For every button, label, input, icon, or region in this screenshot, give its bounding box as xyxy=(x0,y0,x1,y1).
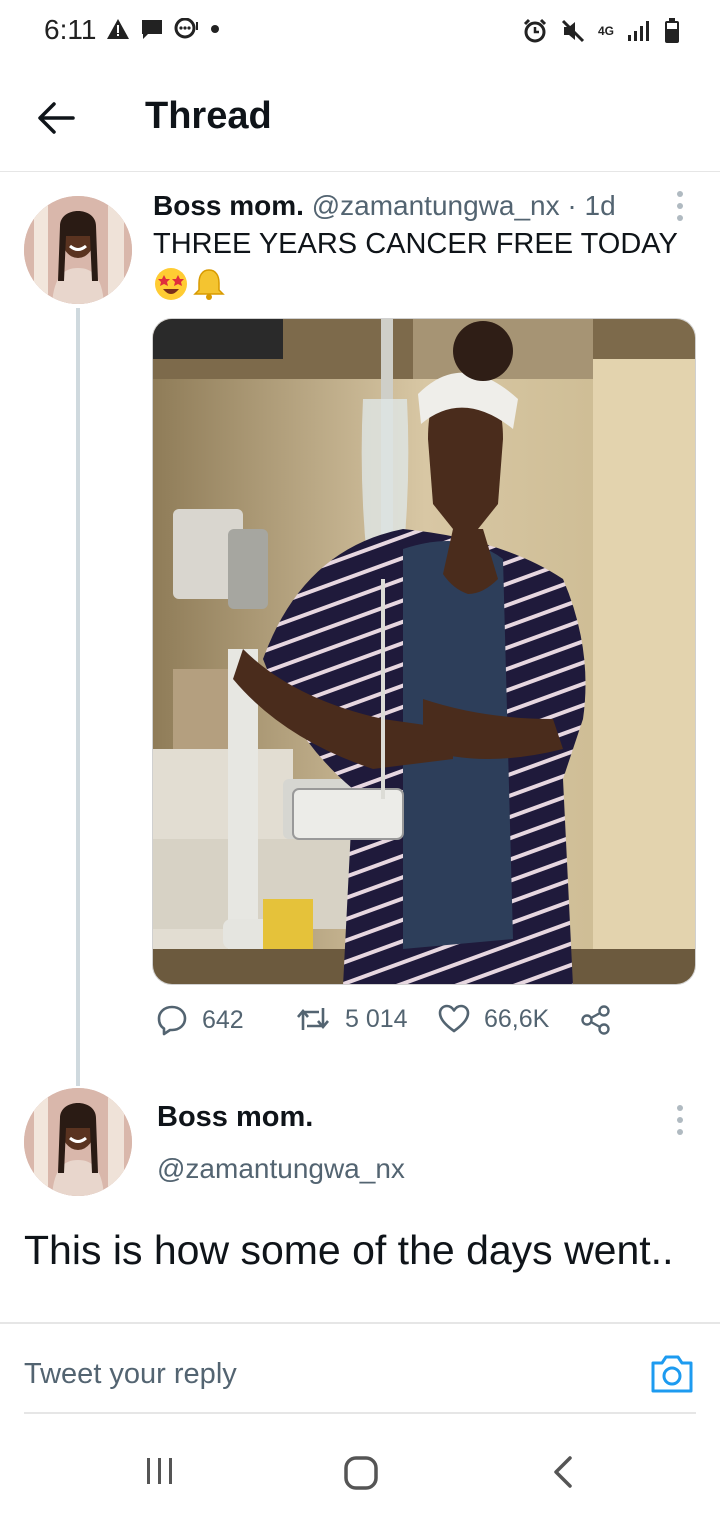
reply-underline xyxy=(24,1412,696,1414)
more-dot xyxy=(677,215,683,221)
page-title: Thread xyxy=(145,95,272,137)
reply-composer[interactable]: Tweet your reply xyxy=(0,1322,720,1414)
retweet-icon xyxy=(297,1008,329,1030)
chat-notification-icon xyxy=(174,18,198,39)
camera-button[interactable] xyxy=(650,1354,694,1394)
more-dot xyxy=(677,203,683,209)
thread-connector-line xyxy=(76,308,80,1086)
tweet-text: This is how some of the days went.. xyxy=(24,1227,674,1273)
tweet-emojis xyxy=(153,266,227,302)
author-handle[interactable]: @zamantungwa_nx xyxy=(157,1153,405,1185)
alarm-icon xyxy=(523,18,547,43)
signal-icon xyxy=(628,21,649,41)
author-handle[interactable]: @zamantungwa_nx xyxy=(312,190,560,221)
tweet-actions: 642 5 014 66,6K xyxy=(152,1004,696,1048)
star-struck-emoji-icon xyxy=(155,268,187,300)
back-nav-icon[interactable] xyxy=(550,1455,576,1489)
message-icon xyxy=(142,20,162,39)
system-nav-bar xyxy=(0,1420,720,1520)
tweet-author-line[interactable]: Boss mom. @zamantungwa_nx · 1d xyxy=(153,190,616,222)
dot-icon xyxy=(211,25,219,33)
arrow-left-icon xyxy=(38,102,75,134)
warning-icon xyxy=(107,19,129,39)
more-options-button[interactable] xyxy=(665,186,695,226)
back-button[interactable] xyxy=(30,92,82,144)
tweet-text: THREE YEARS CANCER FREE TODAY xyxy=(153,228,678,260)
network-type-label: 4G xyxy=(597,24,614,38)
more-dot xyxy=(677,1117,683,1123)
reply-count: 642 xyxy=(202,1005,244,1034)
reply-input[interactable]: Tweet your reply xyxy=(24,1358,237,1391)
tweet-photo[interactable] xyxy=(152,318,696,985)
recent-apps-icon[interactable] xyxy=(144,1455,176,1487)
status-bar: 6:11 4G xyxy=(0,0,720,62)
avatar-photo xyxy=(24,196,132,304)
mute-icon xyxy=(561,19,585,43)
retweet-button[interactable]: 5 014 xyxy=(295,1004,408,1034)
share-icon xyxy=(581,1005,610,1035)
avatar-photo xyxy=(24,1088,132,1196)
more-dot xyxy=(677,191,683,197)
bell-emoji-icon xyxy=(193,269,225,300)
like-count: 66,6K xyxy=(484,1004,550,1033)
more-dot xyxy=(677,1129,683,1135)
more-options-button[interactable] xyxy=(665,1100,695,1140)
avatar[interactable] xyxy=(24,196,132,304)
tweet-age: 1d xyxy=(584,190,616,221)
author-name[interactable]: Boss mom. xyxy=(157,1101,313,1134)
like-button[interactable]: 66,6K xyxy=(438,1004,549,1034)
author-name[interactable]: Boss mom. xyxy=(153,190,304,221)
separator: · xyxy=(567,190,577,221)
battery-icon xyxy=(665,18,679,43)
thread-header: Thread xyxy=(0,62,720,172)
status-time: 6:11 xyxy=(44,14,97,45)
reply-button[interactable]: 642 xyxy=(156,1004,244,1036)
avatar[interactable] xyxy=(24,1088,132,1196)
retweet-count: 5 014 xyxy=(345,1004,408,1033)
home-icon[interactable] xyxy=(343,1455,379,1491)
more-dot xyxy=(677,1105,683,1111)
heart-icon xyxy=(438,1004,470,1033)
reply-icon xyxy=(157,1005,187,1036)
hospital-photo-image xyxy=(153,319,695,984)
camera-icon xyxy=(651,1355,693,1393)
share-button[interactable] xyxy=(580,1004,612,1036)
